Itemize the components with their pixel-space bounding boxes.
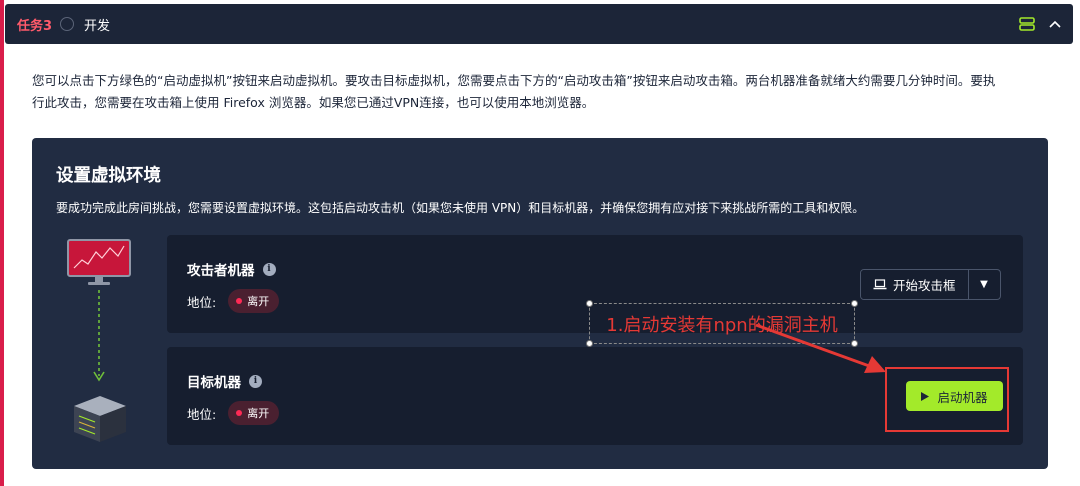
target-status-text: 离开 — [247, 407, 270, 420]
play-icon — [921, 391, 930, 401]
server-icon[interactable] — [1019, 17, 1035, 31]
resize-handle[interactable] — [586, 340, 593, 347]
status-dot-icon — [236, 410, 243, 416]
target-status-label: 地位: — [187, 406, 217, 422]
description-line-2: 行此攻击，您需要在攻击箱上使用 Firefox 浏览器。如果您已通过VPN连接，… — [32, 95, 595, 110]
laptop-icon — [873, 279, 887, 290]
task-title: 开发 — [84, 18, 111, 34]
caret-down-icon[interactable]: ▼ — [967, 270, 1000, 299]
task-number: 任务3 — [17, 18, 53, 34]
resize-handle[interactable] — [586, 300, 593, 307]
resize-handle[interactable] — [851, 300, 858, 307]
annotation-text: 1.启动安装有npn的漏洞主机 — [606, 314, 838, 336]
info-icon[interactable]: i — [262, 262, 276, 276]
attacker-monitor-icon — [67, 239, 131, 285]
start-machine-button[interactable]: 启动机器 — [906, 381, 1003, 411]
attacker-status-text: 离开 — [247, 295, 270, 308]
panel-subtitle: 要成功完成此房间挑战，您需要设置虚拟环境。这包括启动攻击机（如果您未使用 VPN… — [56, 201, 865, 215]
task-header[interactable]: 任务3 开发 — [5, 4, 1073, 44]
status-badge: 离开 — [228, 401, 280, 425]
start-attackbox-label: 开始攻击框 — [893, 278, 956, 293]
target-server-icon — [74, 396, 126, 442]
panel-title: 设置虚拟环境 — [56, 166, 161, 186]
connection-arrow-icon — [93, 290, 105, 382]
virtual-environment-panel: 设置虚拟环境 要成功完成此房间挑战，您需要设置虚拟环境。这包括启动攻击机（如果您… — [32, 138, 1048, 469]
annotation-callout: 1.启动安装有npn的漏洞主机 — [586, 300, 858, 347]
target-machine-title: 目标机器 — [187, 375, 241, 391]
status-dot-icon — [236, 298, 243, 304]
task-accent-bar — [0, 0, 4, 486]
status-badge: 离开 — [228, 289, 280, 313]
start-machine-label: 启动机器 — [937, 389, 988, 405]
attacker-status-label: 地位: — [187, 294, 217, 310]
task-complete-circle-icon — [60, 17, 75, 31]
target-machine-card: 目标机器 i 地位: 离开 启动机器 — [167, 347, 1023, 445]
description-line-1: 您可以点击下方绿色的“启动虚拟机”按钮来启动虚拟机。要攻击目标虚拟机，您需要点击… — [32, 73, 996, 88]
start-attackbox-button[interactable]: 开始攻击框 ▼ — [860, 269, 1001, 300]
chevron-up-icon[interactable] — [1049, 20, 1061, 28]
resize-handle[interactable] — [851, 340, 858, 347]
attacker-machine-title: 攻击者机器 — [187, 263, 255, 279]
info-icon[interactable]: i — [249, 374, 262, 388]
task-description: 您可以点击下方绿色的“启动虚拟机”按钮来启动虚拟机。要攻击目标虚拟机，您需要点击… — [32, 70, 1052, 114]
